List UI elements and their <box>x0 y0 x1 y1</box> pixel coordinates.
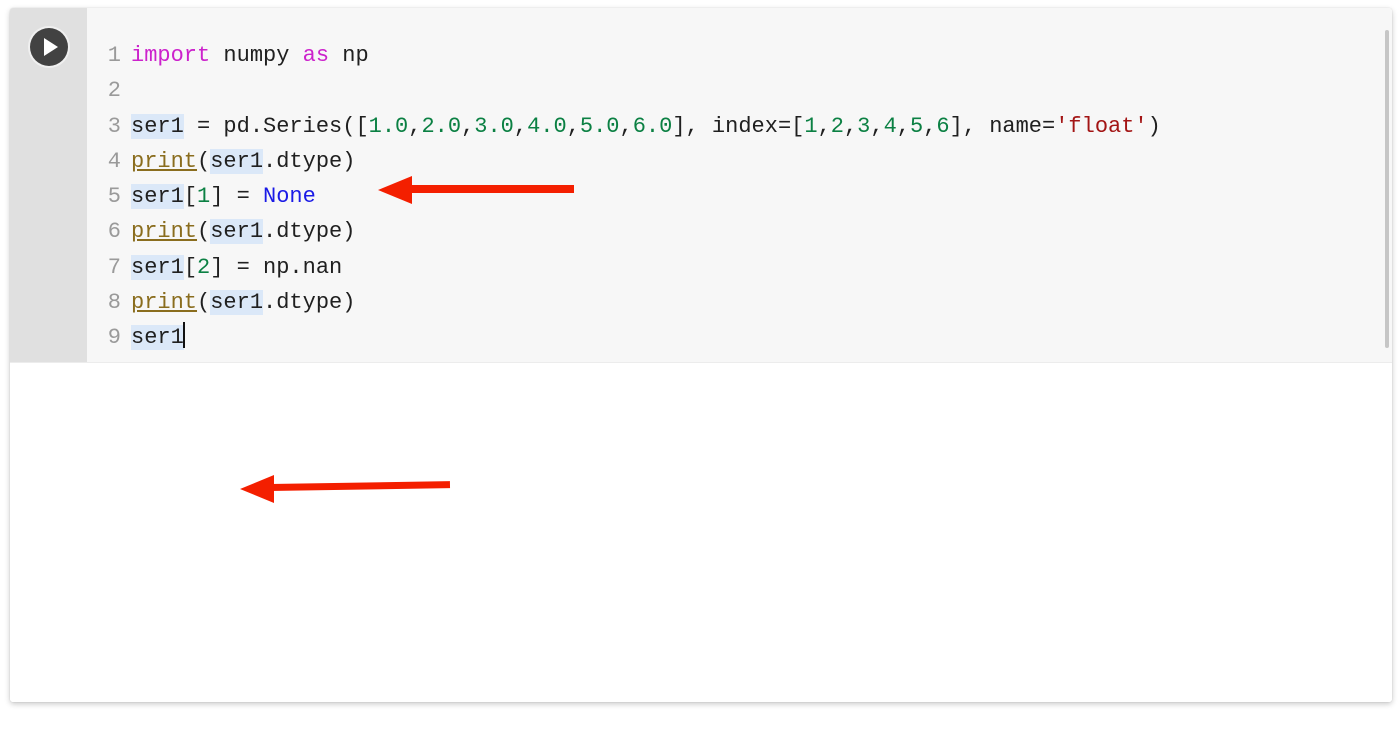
token-module-numpy: numpy <box>223 43 289 68</box>
token-number: 5.0 <box>580 114 620 139</box>
arrow-shaft <box>270 481 450 491</box>
annotation-arrow-nan <box>240 474 452 504</box>
token-alias-np: np <box>342 43 368 68</box>
token-number: 3 <box>857 114 870 139</box>
line-number: 3 <box>87 109 131 144</box>
arrow-shaft <box>410 185 574 193</box>
code-editor-region[interactable]: 1import numpy as np 2 3ser1 = pd.Series(… <box>10 8 1392 363</box>
token-number: 4.0 <box>527 114 567 139</box>
token-literal-none: None <box>263 184 316 209</box>
token-builtin-print: print <box>131 290 197 315</box>
arrow-head-icon <box>240 475 274 503</box>
token-var-ser1: ser1 <box>210 290 263 315</box>
token-builtin-print: print <box>131 219 197 244</box>
code-scroll-area[interactable]: 1import numpy as np 2 3ser1 = pd.Series(… <box>87 8 1392 362</box>
token-var-ser1: ser1 <box>131 184 184 209</box>
token-number: 1.0 <box>369 114 409 139</box>
token-number: 6.0 <box>633 114 673 139</box>
token-var-ser1: ser1 <box>131 255 184 280</box>
line-number: 7 <box>87 250 131 285</box>
token-string-float: 'float' <box>1055 114 1147 139</box>
line-number: 5 <box>87 179 131 214</box>
line-number: 8 <box>87 285 131 320</box>
token-number: 3.0 <box>474 114 514 139</box>
play-icon <box>44 38 58 56</box>
token-var-ser1: ser1 <box>210 219 263 244</box>
token-keyword-import: import <box>131 43 210 68</box>
token-number: 2.0 <box>421 114 461 139</box>
arrow-head-icon <box>378 176 412 204</box>
vertical-scrollbar[interactable] <box>1385 30 1389 348</box>
cell-output-region: float64 float64 float64 1 NaN 2 NaN 3 3.… <box>10 363 1392 702</box>
code-lines[interactable]: 1import numpy as np 2 3ser1 = pd.Series(… <box>87 38 1161 356</box>
text-cursor <box>183 322 185 348</box>
annotation-arrow-none <box>378 176 578 204</box>
token-keyword-as: as <box>303 43 329 68</box>
line-number: 4 <box>87 144 131 179</box>
line-number: 6 <box>87 214 131 249</box>
line-number: 1 <box>87 38 131 73</box>
notebook-screenshot: 1import numpy as np 2 3ser1 = pd.Series(… <box>0 0 1400 731</box>
token-var-ser1: ser1 <box>210 149 263 174</box>
token-number: 5 <box>910 114 923 139</box>
notebook-cell: 1import numpy as np 2 3ser1 = pd.Series(… <box>10 8 1392 702</box>
token-number: 1 <box>197 184 210 209</box>
token-builtin-print: print <box>131 149 197 174</box>
line-number: 9 <box>87 320 131 355</box>
token-number: 4 <box>884 114 897 139</box>
token-var-ser1: ser1 <box>131 114 184 139</box>
token-number: 1 <box>804 114 817 139</box>
token-var-ser1: ser1 <box>131 325 184 350</box>
line-number: 2 <box>87 73 131 108</box>
token-number: 2 <box>831 114 844 139</box>
token-number: 2 <box>197 255 210 280</box>
token-number: 6 <box>936 114 949 139</box>
run-cell-button[interactable] <box>30 28 68 66</box>
cell-gutter <box>10 8 87 362</box>
